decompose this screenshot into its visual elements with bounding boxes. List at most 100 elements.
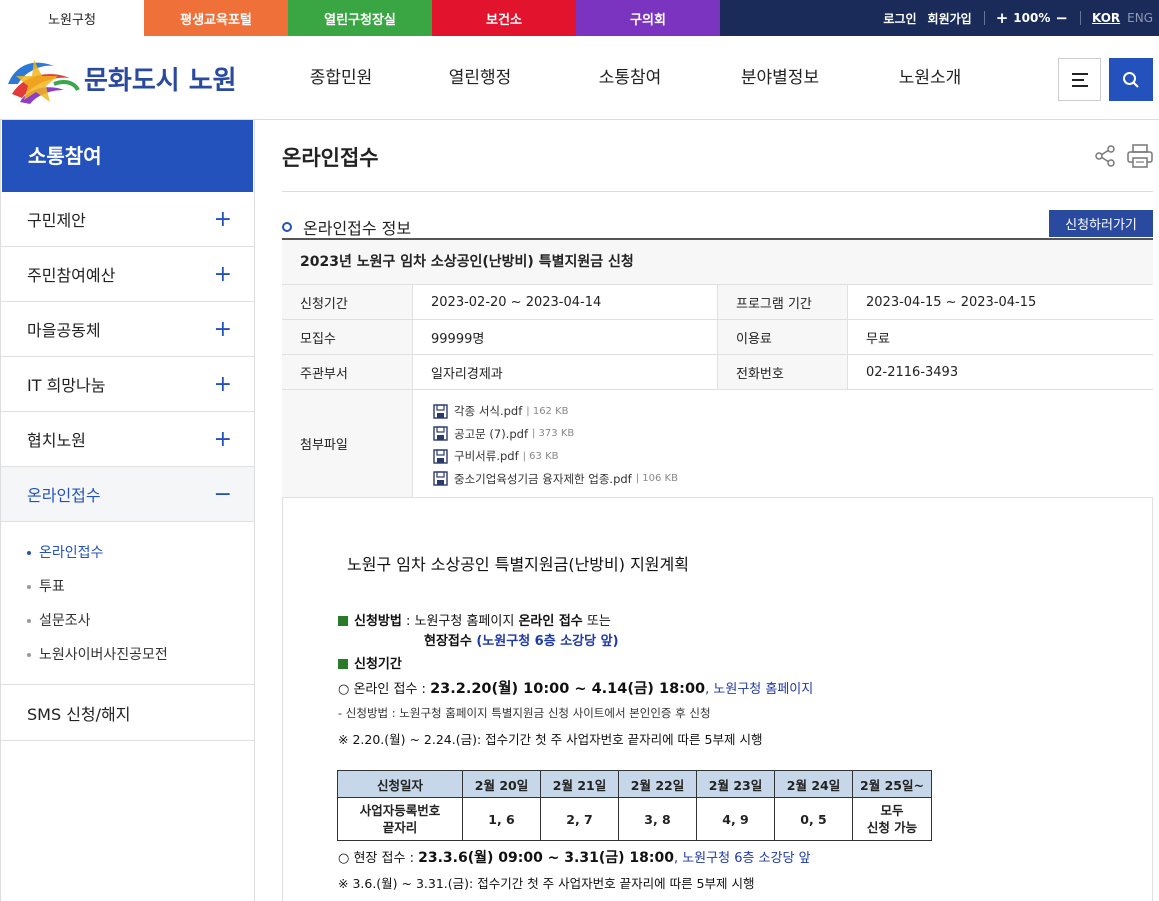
submenu-online-reception[interactable]: 온라인접수 — [27, 536, 254, 570]
schedule-table: 신청일자 2월 20일 2월 21일 2월 22일 2월 23일 2월 24일 … — [337, 770, 932, 841]
sidebar-item-label: 주민참여예산 — [27, 266, 116, 285]
tab-lifelong-education[interactable]: 평생교육포털 — [144, 0, 288, 36]
page-tools — [1093, 144, 1153, 168]
sidebar-item-community[interactable]: 마을공동체 + — [1, 302, 254, 357]
sidebar-item-label: 구민제안 — [27, 211, 86, 230]
attachment-item[interactable]: 각종 서식.pdf | 162 KB — [433, 400, 678, 423]
info-value: 2023-04-15 ~ 2023-04-15 — [866, 294, 1037, 310]
sidebar-item-budget[interactable]: 주민참여예산 + — [1, 247, 254, 302]
nav-open-admin[interactable]: 열린행정 — [405, 36, 555, 120]
expand-plus-icon: + — [213, 261, 232, 287]
schedule-header-row: 신청일자 2월 20일 2월 21일 2월 22일 2월 23일 2월 24일 … — [337, 770, 932, 798]
submenu-survey[interactable]: 설문조사 — [27, 604, 254, 638]
lang-kor-link[interactable]: KOR — [1092, 11, 1120, 25]
submenu-photo-contest[interactable]: 노원사이버사진공모전 — [27, 638, 254, 672]
schedule-cell: 2, 7 — [540, 797, 619, 841]
submenu-label: 온라인접수 — [39, 545, 104, 561]
attachment-item[interactable]: 구비서류.pdf | 63 KB — [433, 445, 678, 468]
attachment-name: 중소기업육성기금 융자제한 업종.pdf — [454, 471, 632, 486]
attachment-name: 각종 서식.pdf — [454, 404, 523, 419]
method-line-2: 현장접수 (노원구청 6층 소강당 앞) — [424, 630, 619, 649]
tab-mayor-office[interactable]: 열린구청장실 — [288, 0, 432, 36]
bullet-icon — [27, 585, 31, 589]
page-title: 온라인접수 — [282, 146, 379, 170]
info-value: 99999명 — [413, 320, 718, 354]
file-save-icon — [433, 471, 448, 486]
share-icon[interactable] — [1093, 144, 1117, 168]
join-link[interactable]: 회원가입 — [928, 10, 972, 27]
search-icon — [1123, 71, 1139, 88]
info-label: 프로그램 기간 — [718, 285, 848, 319]
attachment-name: 구비서류.pdf — [454, 449, 519, 464]
nav-field-info[interactable]: 분야별정보 — [705, 36, 855, 120]
sidebar-item-label: SMS 신청/해지 — [27, 704, 131, 724]
row-label-line1: 사업자등록번호 — [359, 803, 441, 818]
zoom-in-button[interactable]: + — [996, 9, 1009, 27]
onsite-rule: ※ 3.6.(월) ~ 3.31.(금): 접수기간 첫 주 사업자번호 끝자리… — [338, 876, 755, 891]
sidebar-item-label: 협치노원 — [27, 431, 86, 450]
lang-eng-link[interactable]: ENG — [1127, 11, 1153, 25]
divider — [983, 11, 985, 25]
attachment-item[interactable]: 중소기업육성기금 융자제한 업종.pdf | 106 KB — [433, 468, 678, 491]
schedule-header: 2월 24일 — [774, 770, 853, 798]
attachment-size: | 373 KB — [532, 428, 575, 440]
tab-council[interactable]: 구의회 — [576, 0, 720, 36]
sidebar-item-it-sharing[interactable]: IT 희망나눔 + — [1, 357, 254, 412]
tab-nowon-office[interactable]: 노원구청 — [0, 0, 144, 36]
schedule-header: 2월 21일 — [540, 770, 619, 798]
online-period-line: ○ 온라인 접수 : 23.2.20(월) 10:00 ~ 4.14(금) 18… — [338, 677, 813, 698]
attachment-size: | 162 KB — [526, 405, 569, 417]
section-title: 온라인접수 정보 — [303, 219, 412, 238]
title-divider — [282, 191, 1153, 192]
sidebar-item-governance[interactable]: 협치노원 + — [1, 412, 254, 467]
sidebar-item-label: IT 희망나눔 — [27, 376, 106, 395]
sidebar-item-proposal[interactable]: 구민제안 + — [1, 192, 254, 247]
schedule-header: 2월 20일 — [462, 770, 541, 798]
zoom-level: 100% — [1013, 11, 1051, 25]
schedule-header: 2월 25일~ — [852, 770, 932, 798]
schedule-row-label: 사업자등록번호 끝자리 — [337, 797, 463, 841]
sidebar-title: 소통참여 — [2, 120, 253, 192]
info-value: 일자리경제과 — [413, 355, 718, 389]
apply-button[interactable]: 신청하러가기 — [1049, 210, 1153, 237]
bullet-icon — [27, 551, 31, 555]
top-utility-bar: 노원구청 평생교육포털 열린구청장실 보건소 구의회 로그인 회원가입 + 10… — [0, 0, 1159, 36]
schedule-cell: 3, 8 — [618, 797, 697, 841]
left-sidebar: 소통참여 구민제안 + 주민참여예산 + 마을공동체 + IT 희망나눔 + 협… — [0, 120, 255, 901]
sidebar-item-online-reception[interactable]: 온라인접수 − — [1, 467, 254, 522]
svg-text:문화도시 노원: 문화도시 노원 — [84, 66, 237, 96]
green-square-bullet — [338, 659, 348, 669]
method-or: 또는 — [582, 614, 611, 629]
collapse-minus-icon: − — [213, 481, 232, 507]
sidebar-item-label: 온라인접수 — [27, 486, 101, 505]
info-label: 첨부파일 — [282, 390, 413, 497]
last-line2: 신청 가능 — [866, 820, 918, 835]
all-menu-button[interactable] — [1058, 58, 1101, 101]
sidebar-item-sms[interactable]: SMS 신청/해지 — [1, 685, 254, 741]
tab-health-center[interactable]: 보건소 — [432, 0, 576, 36]
submenu-vote[interactable]: 투표 — [27, 570, 254, 604]
site-logo[interactable]: 문화도시 노원 — [4, 54, 244, 106]
bullet-icon — [27, 619, 31, 623]
method-line: 신청방법 : 노원구청 홈페이지 온라인 접수 또는 — [338, 610, 611, 629]
hamburger-icon — [1071, 72, 1088, 87]
info-row: 신청기간 2023-02-20 ~ 2023-04-14 프로그램 기간 202… — [282, 285, 1153, 320]
search-button[interactable] — [1109, 58, 1153, 101]
onsite-time: 23.3.6(월) 09:00 ~ 3.31(금) 18:00 — [418, 850, 674, 866]
nav-about-nowon[interactable]: 노원소개 — [855, 36, 1005, 120]
schedule-header: 2월 22일 — [618, 770, 697, 798]
zoom-out-button[interactable]: − — [1055, 9, 1068, 27]
schedule-cell: 4, 9 — [696, 797, 775, 841]
period-label: 신청기간 — [354, 657, 402, 672]
nav-participation[interactable]: 소통참여 — [555, 36, 705, 120]
expand-plus-icon: + — [213, 206, 232, 232]
method-label: 신청방법 — [354, 614, 402, 629]
print-icon[interactable] — [1127, 144, 1153, 168]
attachment-item[interactable]: 공고문 (7).pdf | 373 KB — [433, 423, 678, 446]
schedule-row: 사업자등록번호 끝자리 1, 6 2, 7 3, 8 4, 9 0, 5 모두 신청… — [337, 797, 932, 841]
period-heading: 신청기간 — [338, 653, 402, 672]
file-save-icon — [433, 426, 448, 441]
login-link[interactable]: 로그인 — [883, 10, 916, 27]
nav-civil-service[interactable]: 종합민원 — [277, 36, 405, 120]
main-header: 문화도시 노원 종합민원 열린행정 소통참여 분야별정보 노원소개 — [0, 36, 1159, 120]
